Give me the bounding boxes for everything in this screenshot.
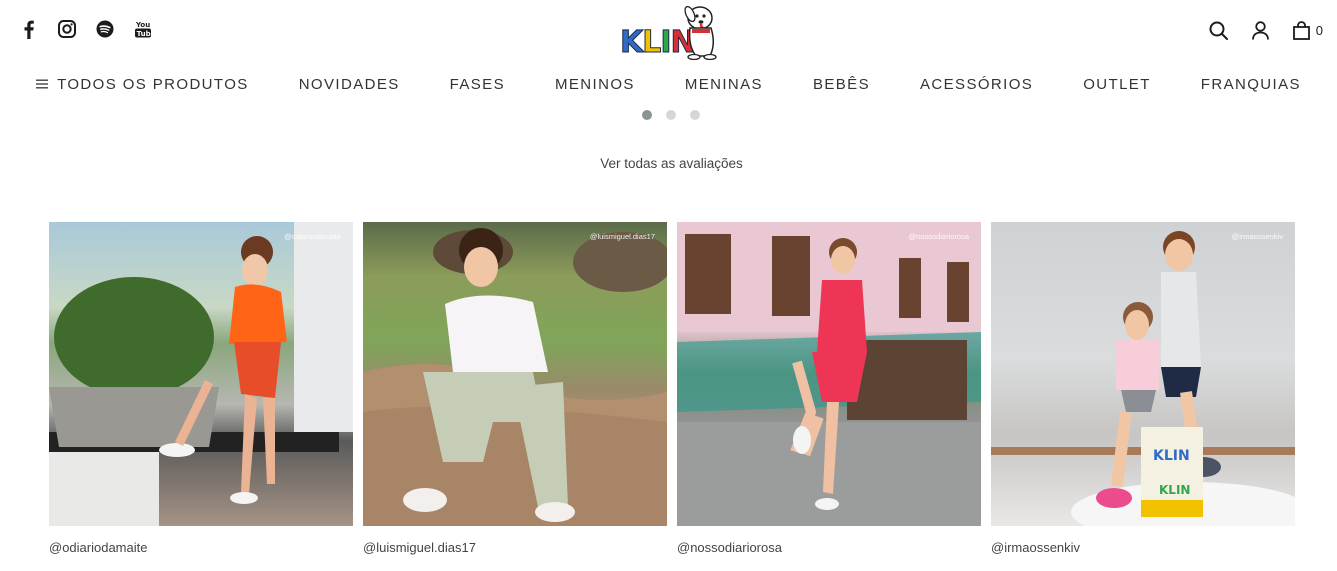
nav-label: MENINOS [555, 75, 635, 93]
photo-handle-overlay: @odiariodamaite [284, 232, 341, 241]
gallery-photo[interactable]: @odiariodamaite [49, 222, 353, 526]
shopping-bag-icon [1292, 20, 1310, 40]
nav-item-meninos[interactable]: MENINOS [530, 73, 660, 95]
carousel-dot[interactable] [666, 110, 676, 120]
youtube-icon[interactable]: YouTube [134, 18, 152, 40]
gallery-card: @nossodiariorosa @nossodiariorosa [677, 222, 981, 555]
nav-item-franquias[interactable]: FRANQUIAS [1176, 73, 1326, 95]
nav-item-novidades[interactable]: NOVIDADES [274, 73, 425, 95]
gallery-handle[interactable]: @irmaossenkiv [991, 540, 1295, 555]
nav-label: FRANQUIAS [1200, 75, 1301, 93]
nav-item-bebes[interactable]: BEBÊS [788, 73, 895, 95]
dog-mascot-icon [684, 5, 717, 60]
nav-label: BEBÊS [812, 75, 870, 93]
nav-label: FASES [449, 75, 505, 93]
cart-count: 0 [1315, 22, 1323, 38]
main-nav: TODOS OS PRODUTOS NOVIDADES FASES MENINO… [0, 73, 1337, 95]
nav-item-acessorios[interactable]: ACESSÓRIOS [895, 73, 1058, 95]
nav-item-fases[interactable]: FASES [425, 73, 530, 95]
gallery-card: KLIN KLIN @irmaossenkiv @irmaossenkiv [991, 222, 1295, 555]
nav-item-outlet[interactable]: OUTLET [1058, 73, 1176, 95]
photo-handle-overlay: @irmaossenkiv [1231, 232, 1283, 241]
account-icon[interactable] [1251, 19, 1271, 41]
spotify-icon[interactable] [96, 18, 114, 40]
boy-on-rock-photo [363, 228, 667, 526]
hamburger-menu-icon [36, 79, 49, 89]
girl-red-overalls-photo [677, 222, 981, 526]
nav-label: TODOS OS PRODUTOS [57, 75, 249, 93]
gallery-photo[interactable]: @nossodiariorosa [677, 222, 981, 526]
gallery-photo[interactable]: KLIN KLIN @irmaossenkiv [991, 222, 1295, 526]
see-all-reviews-link[interactable]: Ver todas as avaliações [0, 156, 1337, 171]
cart-button[interactable]: 0 [1292, 20, 1323, 40]
carousel-dot[interactable] [690, 110, 700, 120]
klin-logo[interactable]: KLIN [619, 2, 724, 60]
nav-label: MENINAS [684, 75, 763, 93]
svg-text:You: You [135, 21, 150, 29]
carousel-dots [642, 110, 700, 120]
nav-item-meninas[interactable]: MENINAS [660, 73, 788, 95]
svg-text:Tube: Tube [137, 30, 152, 38]
svg-text:KLIN: KLIN [1153, 448, 1190, 464]
siblings-klin-boxes-photo: KLIN KLIN [991, 231, 1295, 526]
nav-label: NOVIDADES [298, 75, 400, 93]
header-actions: 0 [1209, 19, 1323, 41]
social-links: YouTube [20, 18, 152, 40]
facebook-icon[interactable] [20, 18, 38, 40]
svg-text:KLIN: KLIN [1159, 483, 1190, 497]
girl-orange-top-photo [49, 222, 353, 526]
carousel-dot[interactable] [642, 110, 652, 120]
gallery-handle[interactable]: @odiariodamaite [49, 540, 353, 555]
gallery-card: @luismiguel.dias17 @luismiguel.dias17 [363, 222, 667, 555]
search-icon[interactable] [1209, 19, 1229, 41]
photo-handle-overlay: @luismiguel.dias17 [589, 232, 655, 241]
photo-handle-overlay: @nossodiariorosa [908, 232, 969, 241]
gallery-card: @odiariodamaite @odiariodamaite [49, 222, 353, 555]
gallery-handle[interactable]: @luismiguel.dias17 [363, 540, 667, 555]
nav-item-todos-os-produtos[interactable]: TODOS OS PRODUTOS [11, 73, 274, 95]
instagram-icon[interactable] [58, 18, 76, 40]
nav-label: ACESSÓRIOS [920, 75, 1034, 93]
instagram-gallery: @odiariodamaite @odiariodamaite @luismig… [49, 222, 1295, 555]
nav-label: OUTLET [1083, 75, 1151, 93]
gallery-handle[interactable]: @nossodiariorosa [677, 540, 981, 555]
gallery-photo[interactable]: @luismiguel.dias17 [363, 222, 667, 526]
